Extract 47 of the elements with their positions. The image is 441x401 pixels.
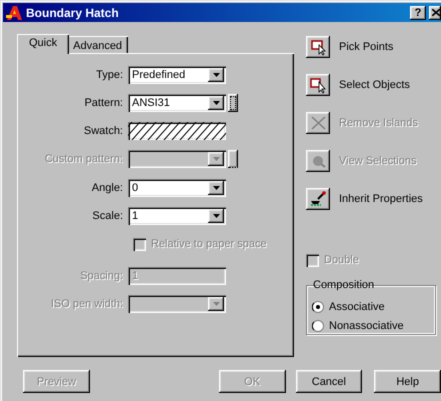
dropdown[interactable]: 0 xyxy=(128,179,226,197)
dropdown[interactable]: Predefined xyxy=(128,66,226,84)
help-button[interactable]: ? xyxy=(410,6,426,20)
dropdown[interactable] xyxy=(128,295,226,313)
brush-icon xyxy=(308,189,328,209)
app-icon xyxy=(6,4,23,20)
checkbox-label: Double xyxy=(324,254,359,266)
window-title: Boundary Hatch xyxy=(26,6,120,20)
close-button[interactable] xyxy=(429,6,441,20)
tab[interactable]: Quick xyxy=(17,34,70,54)
field-label: Angle: xyxy=(90,182,124,194)
field-label: Swatch: xyxy=(82,125,124,137)
radio-label[interactable]: Nonassociative xyxy=(329,320,404,332)
browse-button[interactable] xyxy=(228,94,238,112)
tool-label[interactable]: Select Objects xyxy=(339,79,410,91)
dialog-button[interactable]: Help xyxy=(374,370,441,393)
dialog-button[interactable]: Cancel xyxy=(296,370,362,393)
tool-button[interactable] xyxy=(306,150,330,172)
field-label: Spacing: xyxy=(79,270,124,282)
caret-icon xyxy=(212,302,220,306)
caret-icon xyxy=(212,186,220,190)
radio-button[interactable] xyxy=(312,320,324,332)
tool-button[interactable] xyxy=(306,188,330,210)
radio-button[interactable] xyxy=(312,300,324,312)
tab[interactable]: Advanced xyxy=(67,36,128,53)
caret-icon xyxy=(212,101,220,105)
tool-button[interactable] xyxy=(306,112,330,134)
radio-label[interactable]: Associative xyxy=(329,300,385,312)
tool-label[interactable]: Inherit Properties xyxy=(339,193,423,205)
dropdown[interactable]: ANSI31 xyxy=(128,94,226,112)
caret-icon xyxy=(212,214,220,218)
checkbox-label: Relative to paper space xyxy=(151,238,267,250)
tool-button[interactable] xyxy=(306,74,330,96)
close-icon xyxy=(432,9,440,16)
tool-button[interactable] xyxy=(306,36,330,58)
field-label: ISO pen width: xyxy=(50,298,124,310)
dropdown[interactable]: 1 xyxy=(128,207,226,225)
dropdown[interactable] xyxy=(128,150,226,168)
tool-label[interactable]: Pick Points xyxy=(339,41,394,53)
field-label: Pattern: xyxy=(83,97,124,109)
field-label: Custom pattern: xyxy=(44,153,124,165)
group-title: Composition xyxy=(312,279,376,291)
hatch-swatch[interactable] xyxy=(128,122,226,140)
caret-icon xyxy=(212,73,220,77)
caret-icon xyxy=(212,157,220,161)
field-label: Scale: xyxy=(91,210,124,222)
field-label: Type: xyxy=(95,69,124,81)
